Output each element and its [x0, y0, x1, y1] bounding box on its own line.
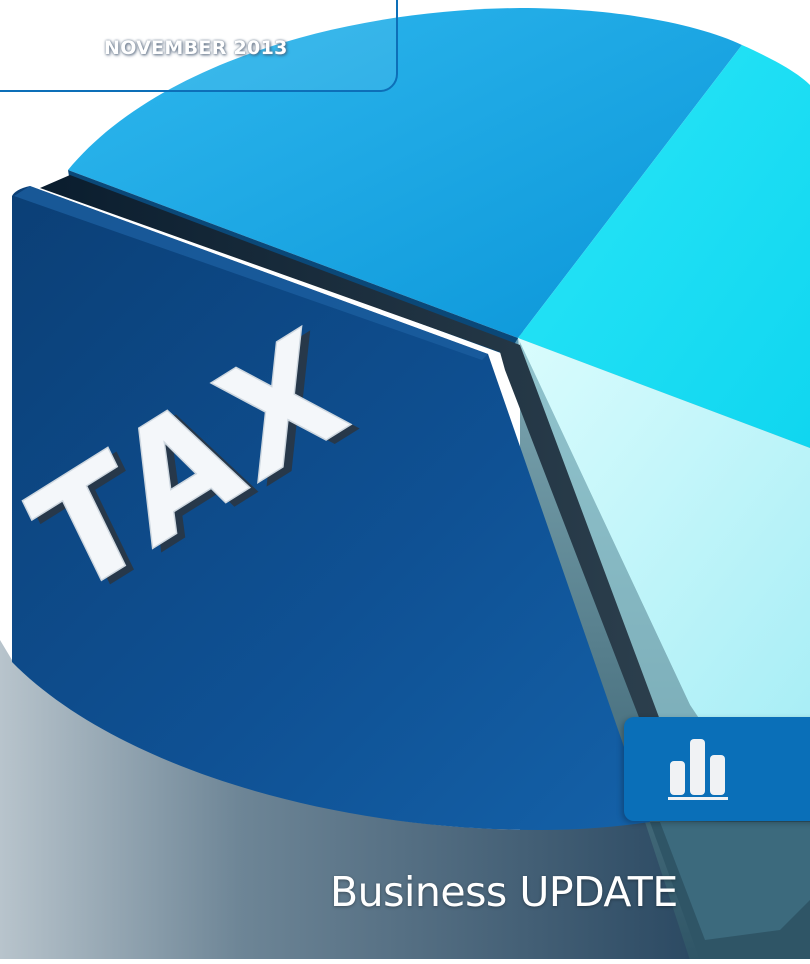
- bar-chart-icon: [668, 739, 728, 800]
- chart-badge: [624, 717, 810, 821]
- issue-date: NOVEMBER 2013: [104, 37, 288, 59]
- publication-title: Business UPDATE: [330, 868, 678, 916]
- cover-illustration: TAX TAX NOVEMBER 2013 Business UPDATE: [0, 0, 810, 960]
